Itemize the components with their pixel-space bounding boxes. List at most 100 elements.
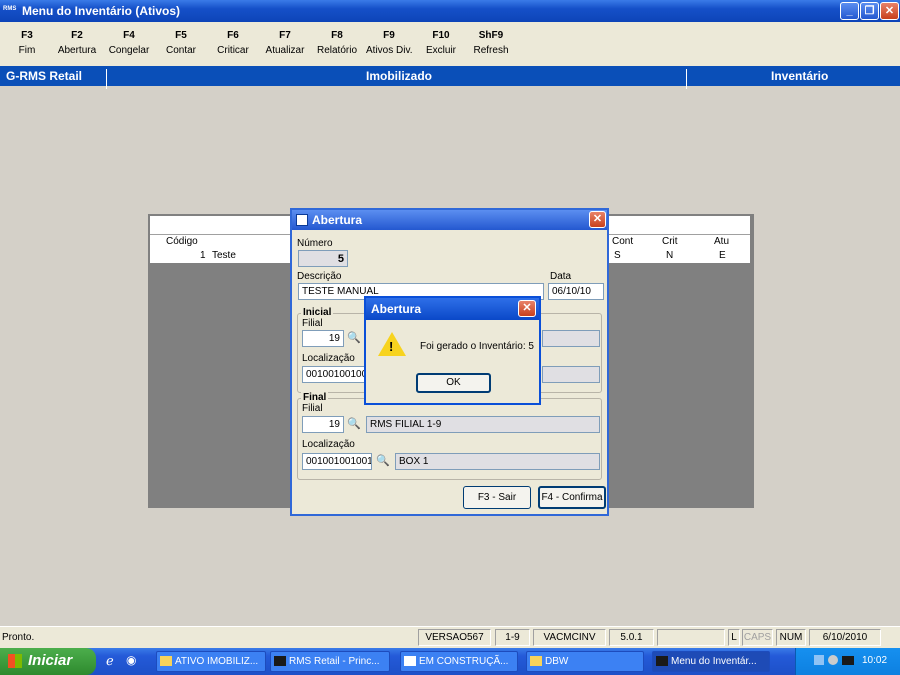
task-menu-inventario[interactable]: Menu do Inventár... [652, 651, 770, 672]
inicial-localizacao-field[interactable]: 00100100100 [302, 366, 370, 383]
cell-codigo: 1 [200, 250, 206, 261]
inicial-filial-field[interactable]: 19 [302, 330, 344, 347]
task-label: EM CONSTRUÇÃ... [419, 656, 509, 667]
toolbar-label: Contar [165, 45, 196, 56]
toolbar-label: Fim [18, 45, 36, 56]
toolbar-button-ativos-div[interactable]: F9 Ativos Div. [366, 30, 413, 56]
status-date: 6/10/2010 [809, 629, 881, 646]
final-filial-field[interactable]: 19 [302, 416, 344, 433]
minimize-button[interactable]: _ [840, 2, 859, 20]
message-close-button[interactable]: ✕ [518, 300, 536, 317]
task-rms-retail[interactable]: RMS Retail - Princ... [270, 651, 390, 672]
header-divider [686, 69, 687, 89]
toolbar-button-contar[interactable]: F5 Contar [158, 30, 204, 56]
module-header-band: G-RMS Retail Imobilizado Inventário [0, 66, 900, 89]
toolbar-button-criticar[interactable]: F6 Criticar [210, 30, 256, 56]
toolbar-label: Refresh [473, 45, 509, 56]
final-localizacao-name: BOX 1 [395, 453, 600, 470]
toolbar-key: F8 [331, 30, 343, 41]
status-module: VACMCINV [533, 629, 606, 646]
toolbar-key: F7 [279, 30, 291, 41]
inicial-localizacao-label: Localização [302, 353, 355, 364]
windows-taskbar: Iniciar ℯ ◉ ATIVO IMOBILIZ... RMS Retail… [0, 648, 900, 675]
system-tray: 10:02 [795, 648, 900, 675]
task-label: DBW [545, 656, 569, 667]
windows-logo-icon [8, 654, 22, 668]
toolbar-label: Ativos Div. [366, 45, 413, 56]
toolbar-label: Abertura [57, 45, 97, 56]
ok-button[interactable]: OK [416, 373, 491, 393]
maximize-button[interactable]: ❐ [860, 2, 879, 20]
status-num: NUM [776, 629, 806, 646]
binoculars-icon[interactable]: 🔍 [345, 330, 363, 346]
numero-field: 5 [298, 250, 348, 267]
binoculars-icon[interactable]: 🔍 [345, 416, 363, 432]
sair-button[interactable]: F3 - Sair [463, 486, 531, 509]
toolbar-label: Atualizar [265, 45, 305, 56]
task-ativo-imobiliz[interactable]: ATIVO IMOBILIZ... [156, 651, 266, 672]
header-section: Inventário [771, 69, 829, 83]
network-icon[interactable] [814, 655, 824, 665]
rms-icon [656, 656, 668, 666]
clock[interactable]: 10:02 [862, 655, 887, 666]
toolbar-key: F9 [383, 30, 395, 41]
status-bar: Pronto. VERSAO567 1-9 VACMCINV 5.0.1 L C… [0, 626, 900, 649]
desktop-icon[interactable]: ◉ [126, 653, 136, 667]
dialog-titlebar[interactable]: Abertura ✕ [292, 210, 607, 230]
inicial-group-label: Inicial [301, 307, 334, 318]
folder-icon [530, 656, 542, 666]
toolbar-button-congelar[interactable]: F4 Congelar [106, 30, 152, 56]
header-module: Imobilizado [366, 69, 432, 83]
column-crit[interactable]: Crit [662, 236, 678, 247]
start-button[interactable]: Iniciar [0, 648, 96, 675]
data-field[interactable]: 06/10/10 [548, 283, 604, 300]
close-button[interactable]: ✕ [880, 2, 899, 20]
toolbar-button-fim[interactable]: F3 Fim [4, 30, 50, 56]
rms-icon [274, 656, 286, 666]
toolbar-button-relatorio[interactable]: F8 Relatório [314, 30, 360, 56]
confirma-button[interactable]: F4 - Confirma [538, 486, 606, 509]
final-localizacao-field[interactable]: 001001001001 [302, 453, 372, 470]
toolbar-key: F10 [432, 30, 450, 41]
cell-crit: N [666, 250, 674, 261]
warning-icon-glyph: ! [389, 339, 394, 354]
toolbar-label: Relatório [316, 45, 358, 56]
status-blank [657, 629, 725, 646]
window-icon [296, 214, 308, 226]
final-filial-label: Filial [302, 403, 323, 414]
app-icon: RMS [3, 6, 17, 12]
toolbar-button-refresh[interactable]: ShF9 Refresh [468, 30, 514, 56]
message-titlebar[interactable]: Abertura ✕ [366, 298, 539, 320]
header-company: G-RMS Retail [6, 69, 83, 83]
toolbar-button-abertura[interactable]: F2 Abertura [54, 30, 100, 56]
rms-tray-icon[interactable] [842, 656, 854, 665]
internet-explorer-icon[interactable]: ℯ [106, 653, 114, 669]
task-dbw[interactable]: DBW [526, 651, 644, 672]
final-filial-name: RMS FILIAL 1-9 [366, 416, 600, 433]
message-box: Abertura ✕ ! Foi gerado o Inventário: 5 … [364, 296, 541, 405]
dialog-close-button[interactable]: ✕ [589, 211, 606, 228]
column-codigo[interactable]: Código [166, 236, 198, 247]
status-release: 5.0.1 [609, 629, 654, 646]
volume-icon[interactable] [828, 655, 838, 665]
message-title: Abertura [371, 302, 422, 316]
document-icon [404, 656, 416, 666]
toolbar-button-atualizar[interactable]: F7 Atualizar [262, 30, 308, 56]
toolbar-label: Congelar [108, 45, 150, 56]
status-text: Pronto. [2, 632, 35, 643]
binoculars-icon[interactable]: 🔍 [374, 453, 392, 469]
inicial-filial-label: Filial [302, 318, 323, 329]
column-atu[interactable]: Atu [714, 236, 729, 247]
column-cont[interactable]: Cont [612, 236, 633, 247]
window-titlebar[interactable]: RMS Menu do Inventário (Ativos) _ ❐ ✕ [0, 0, 900, 22]
dialog-title: Abertura [312, 213, 363, 227]
task-em-construcao[interactable]: EM CONSTRUÇÃ... [400, 651, 518, 672]
cell-descricao: Teste [212, 250, 236, 261]
window-title: Menu do Inventário (Ativos) [22, 4, 181, 18]
toolbar-button-excluir[interactable]: F10 Excluir [418, 30, 464, 56]
message-text: Foi gerado o Inventário: 5 [420, 341, 534, 352]
toolbar-label: Excluir [425, 45, 456, 56]
data-label: Data [550, 271, 572, 282]
function-key-toolbar: F3 Fim F2 Abertura F4 Congelar F5 Contar F6 C… [0, 22, 900, 66]
toolbar-key: F3 [21, 30, 33, 41]
